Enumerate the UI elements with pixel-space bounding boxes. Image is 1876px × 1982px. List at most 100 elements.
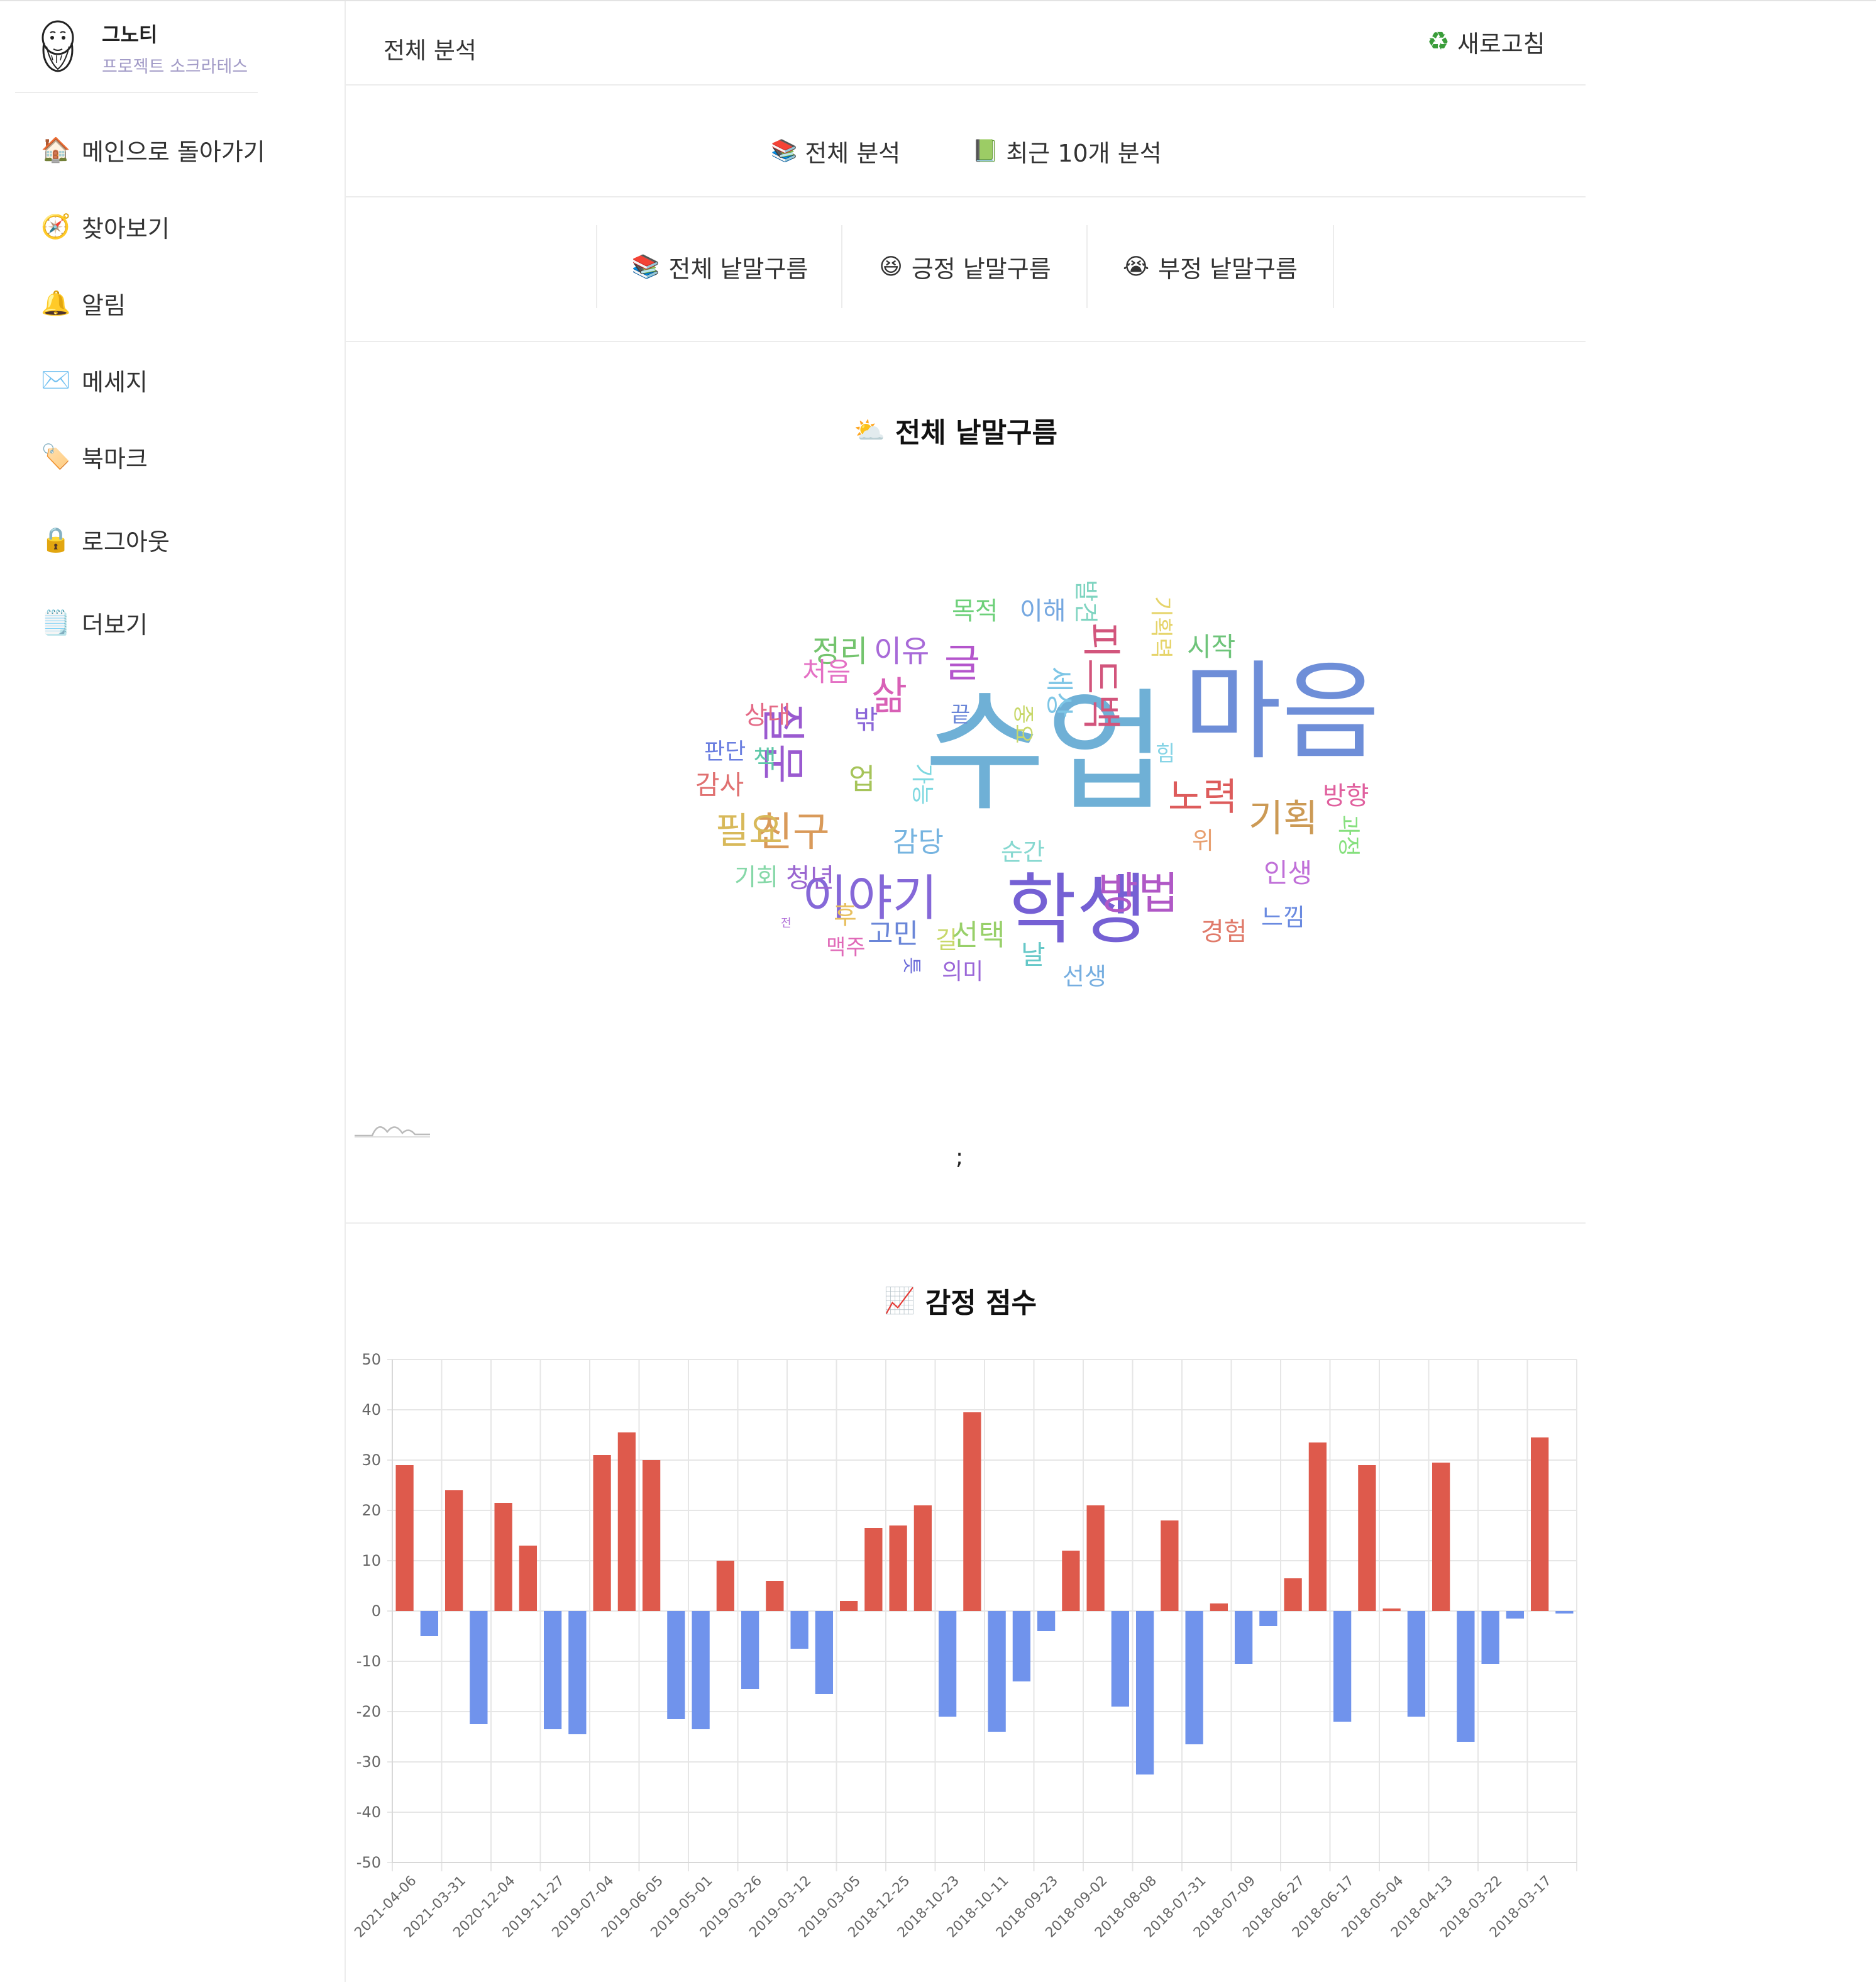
wordcloud-word: 밖 <box>854 704 878 735</box>
sun-behind-cloud-icon: ⛅ <box>854 416 885 445</box>
sidebar-item-label: 알림 <box>82 291 126 319</box>
wordcloud-word: 인생 <box>1264 858 1313 889</box>
chart-bar <box>692 1611 710 1729</box>
chart-bar <box>1432 1463 1450 1611</box>
refresh-label: 새로고침 <box>1457 30 1545 58</box>
chart-bar <box>1259 1611 1277 1626</box>
brand-name: 그노티 <box>102 23 158 47</box>
wordcloud-word: 경험 <box>1201 917 1247 946</box>
envelope-icon: ✉️ <box>41 365 71 394</box>
wordcloud-word: 전 <box>781 917 792 930</box>
wordcloud-word: 날 <box>1021 939 1046 970</box>
chart-bar <box>889 1525 907 1611</box>
chart-bar <box>568 1611 587 1734</box>
page-header: 전체 분석 ♻ 새로고침 <box>346 0 1586 86</box>
sidebar-item-more[interactable]: 🗒️ 더보기 <box>40 604 148 641</box>
chart-bar <box>1037 1611 1056 1631</box>
chart-bar <box>444 1490 463 1611</box>
socrates-logo-icon <box>41 20 74 72</box>
sidebar-item-messages[interactable]: ✉️ 메세지 <box>40 361 148 399</box>
page-title: 전체 분석 <box>383 37 477 64</box>
tab-full-analysis[interactable]: 📚 전체 분석 <box>771 133 900 169</box>
tab-negative-wordcloud[interactable]: 😭 부정 낱말구름 <box>1086 225 1334 308</box>
wordcloud-word: 끝 <box>951 702 971 728</box>
wordcloud-word: 과정 <box>1335 815 1361 857</box>
sentiment-title-text: 감정 점수 <box>925 1287 1037 1319</box>
chart-bar <box>766 1581 784 1611</box>
wordcloud-word: 책 <box>753 745 776 774</box>
sidebar-item-notifications[interactable]: 🔔 알림 <box>40 284 126 322</box>
wordcloud-word: 피드백 <box>1078 623 1124 731</box>
tab-positive-wordcloud[interactable]: 😆 긍정 낱말구름 <box>841 225 1088 308</box>
chart-bar <box>593 1455 611 1611</box>
green-book-icon: 📗 <box>972 138 999 163</box>
chart-bar <box>1086 1505 1105 1611</box>
tab-recent-10-analysis[interactable]: 📗 최근 10개 분석 <box>972 133 1162 169</box>
y-tick-label: -40 <box>356 1803 381 1821</box>
wordcloud-title-text: 전체 낱말구름 <box>895 417 1058 449</box>
refresh-button[interactable]: ♻ 새로고침 <box>1427 25 1545 58</box>
sidebar-item-home[interactable]: 🏠 메인으로 돌아가기 <box>40 131 265 169</box>
wordcloud-word: 이해 <box>1020 597 1066 626</box>
chart-bar <box>617 1432 636 1611</box>
wordcloud-word: 방법 <box>1098 868 1179 919</box>
wordcloud-word: 마음 <box>1183 650 1380 775</box>
compass-icon: 🧭 <box>41 212 71 240</box>
sentiment-title: 📈 감정 점수 <box>884 1280 1037 1320</box>
y-tick-label: -20 <box>356 1703 381 1720</box>
chart-bar <box>1062 1551 1080 1611</box>
tab-label: 긍정 낱말구름 <box>911 255 1051 283</box>
sidebar-item-label: 북마크 <box>82 445 148 473</box>
sidebar-item-explore[interactable]: 🧭 찾아보기 <box>40 208 170 245</box>
y-tick-label: 50 <box>361 1351 381 1368</box>
wordcloud-word: 발견 <box>1072 580 1100 624</box>
chart-bar <box>494 1503 512 1611</box>
y-tick-label: 10 <box>361 1552 381 1570</box>
chart-bar <box>543 1611 562 1729</box>
sidebar-item-label: 찾아보기 <box>82 214 170 243</box>
chart-bar <box>667 1611 685 1719</box>
wordcloud-word: 업 <box>849 762 876 796</box>
sidebar-item-logout[interactable]: 🔒 로그아웃 <box>40 521 170 558</box>
chart-bar <box>1161 1520 1179 1611</box>
chart-bar <box>988 1611 1006 1732</box>
lock-icon: 🔒 <box>41 525 71 553</box>
wordcloud-word: 청년 <box>786 863 835 894</box>
y-tick-label: 20 <box>361 1502 381 1519</box>
tab-all-wordcloud[interactable]: 📚 전체 낱말구름 <box>596 225 842 308</box>
y-tick-label: 0 <box>372 1602 381 1620</box>
books-icon: 📚 <box>631 254 660 280</box>
sidebar: 그노티 프로젝트 소크라테스 🏠 메인으로 돌아가기 🧭 찾아보기 🔔 알림 ✉… <box>0 1 346 1982</box>
chart-bar <box>1135 1611 1154 1774</box>
wordcloud-word: 글 <box>944 640 981 686</box>
y-tick-label: -50 <box>356 1854 381 1871</box>
wordcloud-word: 위 <box>1192 827 1214 855</box>
chart-bar <box>1358 1465 1376 1611</box>
wordcloud-title: ⛅ 전체 낱말구름 <box>854 410 1057 450</box>
wordcloud-word: 가능 <box>909 763 935 806</box>
chart-bar <box>1284 1578 1302 1611</box>
notepad-icon: 🗒️ <box>41 608 71 636</box>
brand[interactable]: 그노티 프로젝트 소크라테스 <box>15 16 258 93</box>
chart-bar <box>1506 1611 1525 1619</box>
wordcloud-word: 노력 <box>1168 775 1238 819</box>
chart-bar <box>642 1460 661 1611</box>
wordcloud-word: 느낌 <box>1261 904 1305 931</box>
chart-bar <box>963 1412 981 1611</box>
sentiment-bar-chart: 50403020100-10-20-30-40-502021-04-062021… <box>351 1351 1577 1941</box>
bookmark-tag-icon: 🏷️ <box>41 442 71 470</box>
chart-bar <box>470 1611 488 1724</box>
y-tick-label: 30 <box>361 1451 381 1469</box>
wordcloud-word: 힘 <box>1156 741 1176 767</box>
books-icon: 📚 <box>771 138 798 163</box>
wordcloud-word: 기회 <box>734 863 778 891</box>
sidebar-item-label: 더보기 <box>82 611 148 639</box>
sidebar-item-label: 메인으로 돌아가기 <box>82 138 265 166</box>
main-content: 전체 분석 ♻ 새로고침 📚 전체 분석 📗 최근 10개 분석 📚 전체 낱말… <box>346 0 1586 1982</box>
wordcloud-word: 시작 <box>1187 631 1236 662</box>
sidebar-item-bookmarks[interactable]: 🏷️ 북마크 <box>40 438 148 475</box>
wordcloud-word: 선택 <box>952 918 1005 952</box>
chart-increasing-icon: 📈 <box>884 1286 915 1315</box>
wordcloud-tabs: 📚 전체 낱말구름 😆 긍정 낱말구름 😭 부정 낱말구름 <box>346 197 1586 342</box>
wordcloud-word: 방향 <box>1323 782 1369 811</box>
